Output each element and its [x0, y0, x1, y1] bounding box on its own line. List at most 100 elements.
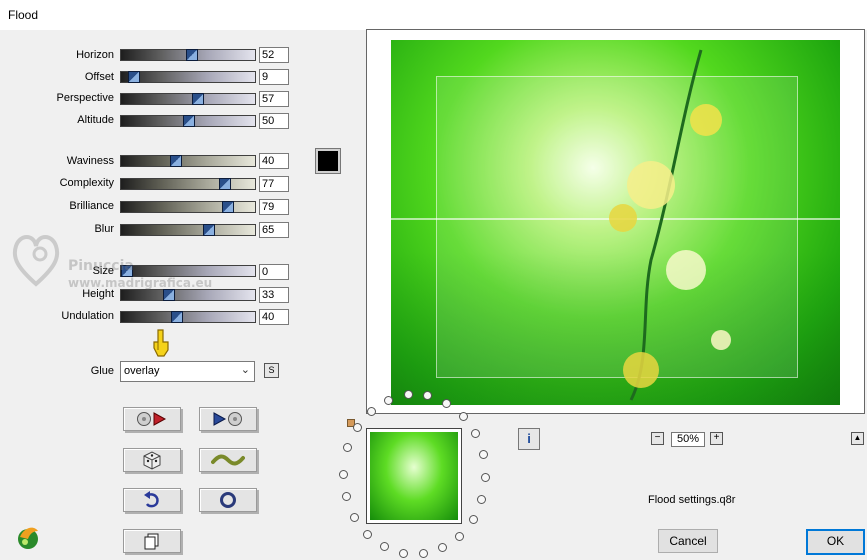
navigator-dot: [403, 390, 413, 400]
blur-label: Blur: [94, 223, 114, 235]
navigator-dot: [471, 429, 481, 439]
brilliance-label: Brilliance: [69, 200, 114, 212]
navigator-dot: [363, 529, 373, 539]
waviness-value[interactable]: 40: [259, 153, 289, 169]
navigator-dot: [384, 395, 394, 405]
offset-value[interactable]: 9: [259, 69, 289, 85]
undo-button[interactable]: [123, 488, 181, 512]
size-label: Size: [92, 265, 114, 277]
plugin-logo-icon: [18, 527, 38, 549]
navigator-dot: [341, 492, 351, 502]
info-button[interactable]: i: [518, 428, 540, 450]
disc-play-icon: [137, 412, 167, 426]
ok-button[interactable]: OK: [806, 529, 865, 555]
save-preset-button[interactable]: [199, 407, 257, 431]
settings-filename: Flood settings.q8r: [648, 494, 736, 506]
horizon-slider[interactable]: [120, 49, 256, 61]
color-swatch[interactable]: [316, 149, 340, 173]
height-slider-thumb[interactable]: [162, 289, 175, 301]
complexity-slider[interactable]: [120, 178, 256, 190]
perspective-slider-thumb[interactable]: [192, 93, 205, 105]
horizon-label: Horizon: [76, 49, 114, 61]
glue-s-button[interactable]: S: [264, 363, 279, 378]
chevron-down-icon: ⌄: [240, 364, 250, 376]
waviness-label: Waviness: [66, 155, 114, 167]
wave-icon: [211, 454, 245, 466]
brilliance-value[interactable]: 79: [259, 199, 289, 215]
brilliance-slider[interactable]: [120, 201, 256, 213]
window-title: Flood: [8, 8, 39, 22]
pointing-hand-icon: [153, 329, 169, 357]
offset-slider[interactable]: [120, 71, 256, 83]
navigator-dot: [458, 411, 468, 421]
altitude-slider-thumb[interactable]: [183, 115, 195, 127]
navigator-dot: [352, 422, 362, 432]
navigator-dot: [455, 531, 465, 541]
undulation-value[interactable]: 40: [259, 309, 289, 325]
scroll-up-button[interactable]: ▲: [851, 432, 864, 445]
cancel-button[interactable]: Cancel: [658, 529, 718, 553]
wave-button[interactable]: [199, 448, 257, 472]
navigator-dot: [339, 470, 348, 479]
height-slider[interactable]: [120, 289, 256, 301]
height-value[interactable]: 33: [259, 287, 289, 303]
glue-select-value: overlay: [124, 365, 160, 377]
navigator-dot: [398, 549, 408, 558]
flower-branch-icon: [609, 49, 731, 401]
size-value[interactable]: 0: [259, 264, 289, 280]
preview-panel[interactable]: [366, 29, 865, 414]
navigator-dot: [366, 406, 376, 416]
height-label: Height: [82, 288, 114, 300]
undulation-label: Undulation: [61, 310, 114, 322]
complexity-label: Complexity: [59, 177, 114, 189]
offset-slider-thumb[interactable]: [128, 71, 141, 83]
navigator-image: [370, 432, 458, 520]
complexity-slider-thumb[interactable]: [219, 178, 232, 190]
navigator-dot: [468, 515, 478, 525]
size-slider[interactable]: [120, 265, 256, 277]
randomize-button[interactable]: [123, 448, 181, 472]
reset-button[interactable]: [199, 488, 257, 512]
navigator-dot: [379, 542, 389, 552]
complexity-value[interactable]: 77: [259, 176, 289, 192]
glue-label: Glue: [90, 365, 114, 377]
dice-icon: [143, 451, 161, 470]
load-preset-button[interactable]: [123, 407, 181, 431]
perspective-value[interactable]: 57: [259, 91, 289, 107]
undulation-slider[interactable]: [120, 311, 256, 323]
glue-select[interactable]: overlay ⌄: [120, 361, 255, 382]
perspective-slider[interactable]: [120, 93, 256, 105]
waviness-slider-thumb[interactable]: [169, 155, 182, 167]
blur-slider-thumb[interactable]: [203, 224, 216, 236]
heart-icon: [12, 235, 60, 287]
navigator-dot: [350, 512, 360, 522]
navigator-dot: [480, 472, 490, 482]
altitude-label: Altitude: [77, 114, 114, 126]
waviness-slider[interactable]: [120, 155, 256, 167]
copy-button[interactable]: [123, 529, 181, 553]
zoom-out-button[interactable]: −: [651, 432, 664, 445]
navigator-thumbnail[interactable]: [366, 428, 462, 524]
ring-icon: [220, 492, 236, 508]
copy-icon: [144, 533, 159, 550]
preview-image: [391, 40, 840, 405]
size-slider-thumb[interactable]: [121, 265, 134, 277]
altitude-value[interactable]: 50: [259, 113, 289, 129]
navigator-dot: [418, 549, 428, 559]
navigator-dot: [438, 543, 448, 553]
horizon-slider-thumb[interactable]: [185, 49, 198, 61]
navigator-dot: [477, 494, 487, 504]
zoom-in-button[interactable]: +: [710, 432, 723, 445]
blur-value[interactable]: 65: [259, 222, 289, 238]
play-disc-icon: [213, 412, 242, 426]
undulation-slider-thumb[interactable]: [170, 311, 183, 323]
altitude-slider[interactable]: [120, 115, 256, 127]
navigator-dot: [478, 450, 488, 460]
zoom-level: 50%: [671, 432, 705, 447]
undo-icon: [144, 491, 159, 508]
offset-label: Offset: [84, 71, 114, 83]
title-bar: Flood: [0, 0, 867, 30]
brilliance-slider-thumb[interactable]: [221, 201, 234, 213]
blur-slider[interactable]: [120, 224, 256, 236]
horizon-value[interactable]: 52: [259, 47, 289, 63]
